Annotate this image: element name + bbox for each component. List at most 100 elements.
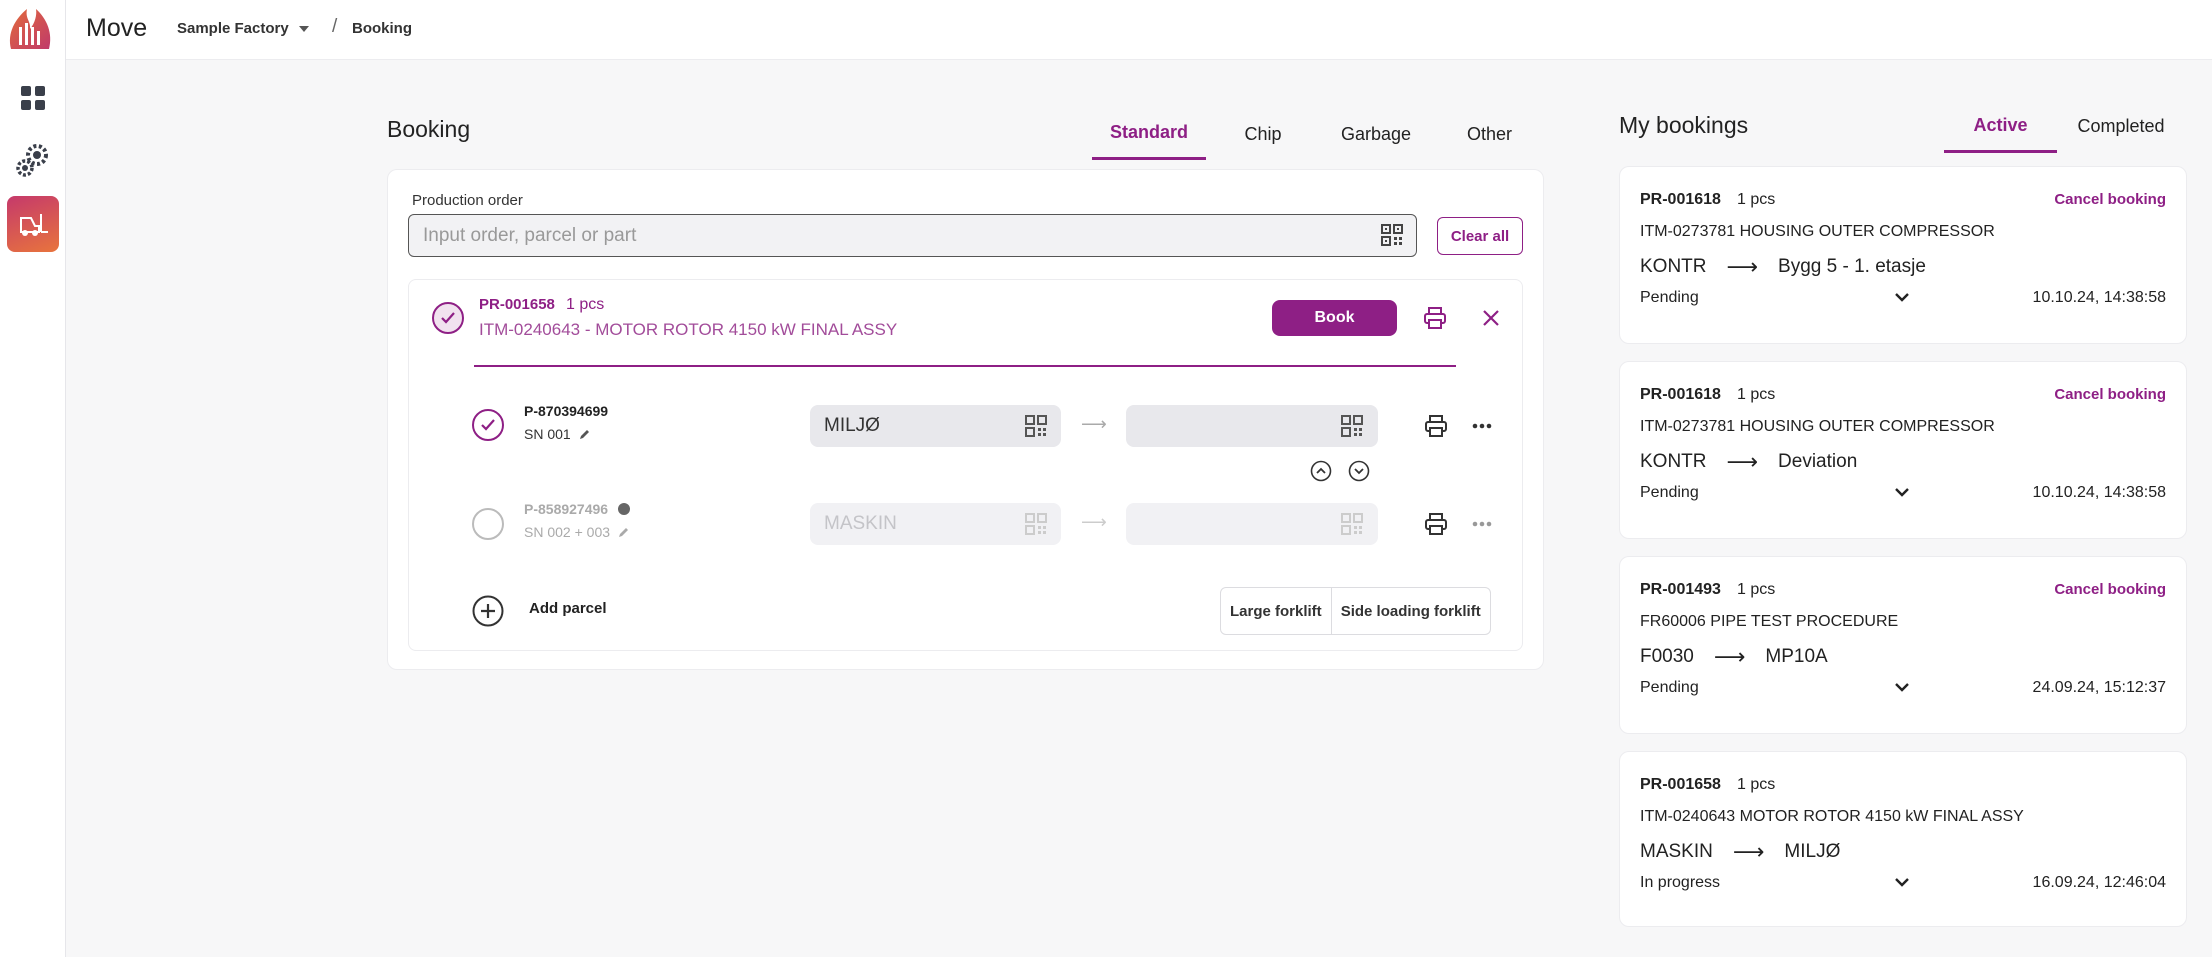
tab-completed[interactable]: Completed (2057, 100, 2185, 153)
chevron-up-circle-icon[interactable] (1310, 460, 1332, 482)
booking-tabs: Standard Chip Garbage Other (1092, 108, 1547, 160)
chevron-down-circle-icon[interactable] (1348, 460, 1370, 482)
booking-route: MASKIN ⟶ MILJØ (1640, 839, 1840, 865)
status-dot-icon (617, 503, 630, 515)
booking-quantity: 1 pcs (1737, 581, 1776, 598)
add-parcel-button[interactable]: Add parcel (529, 600, 607, 617)
factory-label: Sample Factory (177, 20, 289, 37)
booking-route: F0030 ⟶ MP10A (1640, 644, 1828, 670)
cancel-booking-button[interactable]: Cancel booking (2054, 386, 2166, 403)
parcel-id-label: P-858927496 (524, 501, 609, 517)
close-order-icon[interactable] (1480, 307, 1502, 329)
booking-item: ITM-0240643 MOTOR ROTOR 4150 kW FINAL AS… (1640, 808, 2024, 825)
cancel-booking-button[interactable]: Cancel booking (2054, 581, 2166, 598)
route-from: F0030 (1640, 646, 1694, 667)
parcel-select-checkbox[interactable] (472, 409, 504, 441)
my-bookings-tabs: Active Completed (1944, 100, 2185, 153)
top-bar: Move Sample Factory / Booking (66, 0, 2212, 60)
booking-item: FR60006 PIPE TEST PROCEDURE (1640, 613, 1899, 630)
parcel-serial-label: SN 002 + 003 (524, 524, 611, 540)
booking-item: ITM-0273781 HOUSING OUTER COMPRESSOR (1640, 418, 1995, 435)
nav-forklift-booking[interactable] (7, 196, 59, 252)
print-parcel-icon[interactable] (1423, 414, 1449, 438)
forklift-icon (20, 214, 48, 236)
print-order-icon[interactable] (1422, 306, 1448, 330)
booking-route: KONTR ⟶ Deviation (1640, 449, 1857, 475)
order-search-input[interactable]: Input order, parcel or part (408, 214, 1417, 257)
route-to: Deviation (1778, 451, 1858, 472)
large-forklift-option[interactable]: Large forklift (1221, 588, 1331, 634)
edit-pencil-icon[interactable] (618, 527, 629, 538)
more-options-icon[interactable] (1470, 512, 1494, 536)
production-order-label: Production order (412, 192, 523, 209)
route-to: MILJØ (1784, 841, 1841, 862)
app-logo-icon[interactable] (5, 5, 55, 55)
parcel-select-checkbox[interactable] (472, 508, 504, 540)
booking-timestamp: 10.10.24, 14:38:58 (2032, 484, 2166, 501)
add-circle-icon[interactable] (472, 595, 504, 627)
qr-scan-icon[interactable] (1341, 415, 1363, 437)
edit-pencil-icon[interactable] (579, 429, 590, 440)
cancel-booking-button[interactable]: Cancel booking (2054, 191, 2166, 208)
chevron-down-icon[interactable] (1894, 291, 1910, 303)
order-select-checkbox[interactable] (432, 302, 464, 334)
route-arrow-icon: ⟶ (1732, 839, 1765, 864)
qr-scan-icon[interactable] (1025, 513, 1047, 535)
route-to: Bygg 5 - 1. etasje (1778, 256, 1926, 277)
from-location-field[interactable]: MASKIN (810, 503, 1061, 545)
qr-scan-icon[interactable] (1381, 224, 1403, 246)
from-location-value: MILJØ (824, 415, 880, 436)
more-options-icon[interactable] (1470, 414, 1494, 438)
booking-item: ITM-0273781 HOUSING OUTER COMPRESSOR (1640, 223, 1995, 240)
booking-card-item[interactable]: PR-001658 1 pcs ITM-0240643 MOTOR ROTOR … (1619, 751, 2187, 927)
forklift-type-selector: Large forklift Side loading forklift (1220, 587, 1491, 635)
chevron-down-icon[interactable] (1894, 681, 1910, 693)
breadcrumb-current[interactable]: Booking (352, 20, 412, 37)
left-rail (0, 0, 66, 957)
nav-dashboard[interactable] (7, 72, 59, 124)
tab-standard[interactable]: Standard (1092, 108, 1206, 160)
tab-garbage[interactable]: Garbage (1320, 108, 1432, 160)
chevron-down-icon[interactable] (1894, 486, 1910, 498)
app-title: Move (86, 14, 148, 42)
booking-status: Pending (1640, 289, 1699, 306)
nav-settings[interactable] (7, 134, 59, 186)
route-arrow-icon: ⟶ (1713, 644, 1746, 669)
parcel-id: P-870394699 (524, 403, 609, 419)
parcel-serial: SN 001 (524, 426, 590, 442)
order-description: ITM-0240643 - MOTOR ROTOR 4150 kW FINAL … (479, 320, 898, 339)
booking-timestamp: 24.09.24, 15:12:37 (2032, 679, 2166, 696)
tab-other[interactable]: Other (1432, 108, 1547, 160)
booking-id: PR-001493 (1640, 581, 1721, 598)
route-arrow-icon: ⟶ (1081, 512, 1107, 532)
route-from: KONTR (1640, 451, 1707, 472)
tab-chip[interactable]: Chip (1206, 108, 1320, 160)
print-parcel-icon[interactable] (1423, 512, 1449, 536)
parcel-serial-label: SN 001 (524, 426, 571, 442)
side-loading-forklift-option[interactable]: Side loading forklift (1330, 588, 1490, 634)
book-button[interactable]: Book (1272, 300, 1397, 336)
booking-quantity: 1 pcs (1737, 386, 1776, 403)
factory-selector[interactable]: Sample Factory (177, 20, 309, 37)
route-arrow-icon: ⟶ (1726, 449, 1759, 474)
search-placeholder: Input order, parcel or part (423, 224, 637, 246)
checkmark-icon (481, 419, 495, 431)
booking-card-item[interactable]: PR-001618 1 pcs Cancel booking ITM-02737… (1619, 166, 2187, 344)
my-bookings-title: My bookings (1619, 112, 1749, 138)
parcel-serial: SN 002 + 003 (524, 524, 629, 540)
booking-id: PR-001618 (1640, 191, 1721, 208)
route-from: MASKIN (1640, 841, 1713, 862)
chevron-down-icon[interactable] (1894, 876, 1910, 888)
order-quantity: 1 pcs (566, 296, 605, 313)
tab-active[interactable]: Active (1944, 100, 2057, 153)
qr-scan-icon[interactable] (1341, 513, 1363, 535)
qr-scan-icon[interactable] (1025, 415, 1047, 437)
booking-card-item[interactable]: PR-001618 1 pcs Cancel booking ITM-02737… (1619, 361, 2187, 539)
checkmark-icon (441, 312, 455, 324)
booking-quantity: 1 pcs (1737, 191, 1776, 208)
from-location-field[interactable]: MILJØ (810, 405, 1061, 447)
breadcrumb-separator: / (332, 16, 338, 37)
booking-id: PR-001618 (1640, 386, 1721, 403)
booking-card-item[interactable]: PR-001493 1 pcs Cancel booking FR60006 P… (1619, 556, 2187, 734)
clear-all-button[interactable]: Clear all (1437, 217, 1523, 255)
